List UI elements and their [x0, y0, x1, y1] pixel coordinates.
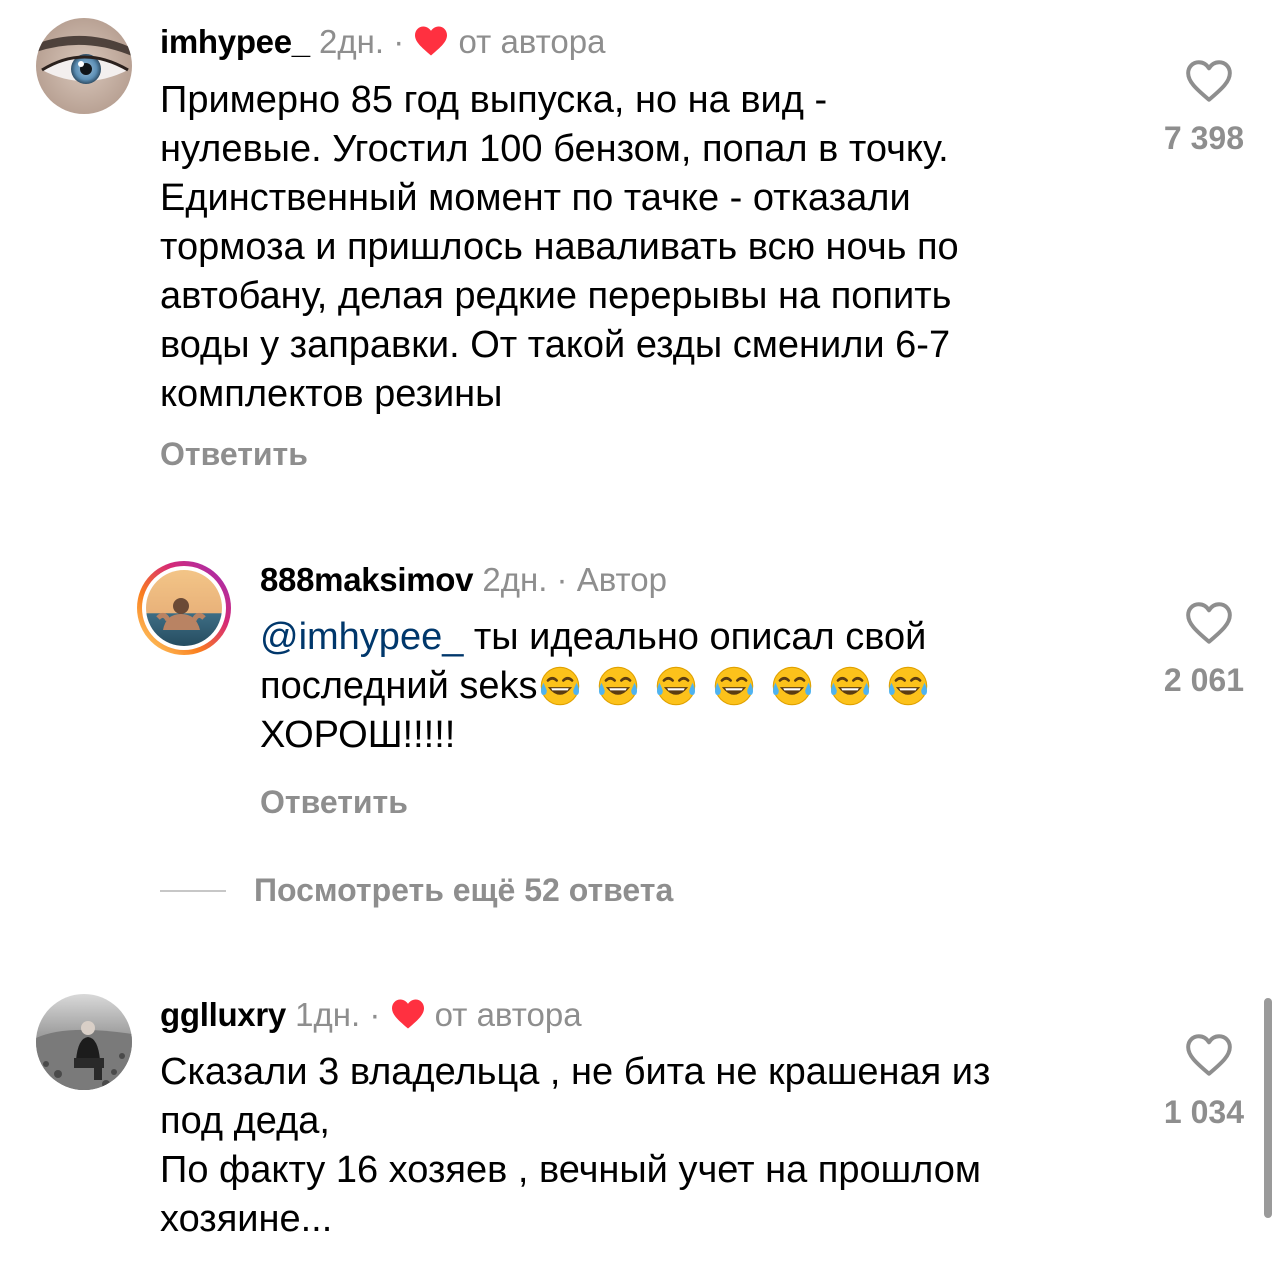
like-count: 2 061 — [1163, 662, 1244, 698]
reply-button[interactable]: Ответить — [260, 782, 408, 822]
avatar-photo-image — [36, 994, 132, 1090]
reply-text-part-1: ты идеально описал свой — [463, 616, 927, 658]
comment-meta: gglluxry 1дн. · от автора — [160, 995, 582, 1039]
meta-separator: · — [393, 23, 405, 60]
reply-meta: 888maksimov 2дн. · Автор — [260, 560, 667, 600]
avatar-888maksimov[interactable] — [136, 560, 232, 656]
view-more-divider — [160, 889, 226, 892]
creator-liked-badge: от автора — [434, 996, 582, 1033]
face-with-tears-of-joy-icon — [598, 666, 637, 706]
heart-outline-icon[interactable] — [1184, 58, 1234, 104]
comment-time: 2дн. — [319, 23, 385, 60]
comment-meta: imhypee_ 2дн. · от автора — [160, 22, 605, 66]
like-column: 7 398 — [1124, 58, 1244, 157]
mention-link[interactable]: @imhypee_ — [260, 616, 463, 658]
heart-filled-icon — [390, 998, 426, 1039]
reply-line-1: @imhypee_ ты идеально описал свой — [260, 613, 944, 662]
username[interactable]: 888maksimov — [260, 561, 473, 598]
reply-button[interactable]: Ответить — [160, 434, 308, 474]
face-with-tears-of-joy-icon — [540, 666, 579, 706]
face-with-tears-of-joy-icon — [656, 666, 695, 706]
like-column: 1 034 — [1124, 1032, 1244, 1131]
heart-filled-icon — [413, 25, 449, 66]
face-with-tears-of-joy-icon — [772, 666, 811, 706]
username[interactable]: imhypee_ — [160, 23, 310, 60]
like-count: 7 398 — [1163, 120, 1244, 156]
scrollbar[interactable] — [1264, 998, 1272, 1218]
emoji-row — [538, 665, 944, 707]
comment-text: Сказали 3 владельца , не бита не крашена… — [160, 1051, 991, 1240]
reply-line-2: последний seks — [260, 662, 944, 711]
face-with-tears-of-joy-icon — [714, 666, 753, 706]
avatar-eye-image — [36, 18, 132, 114]
reply-line-3: ХОРОШ!!!!! — [260, 714, 456, 756]
reply-text: @imhypee_ ты идеально описал свой послед… — [260, 613, 944, 760]
meta-separator: · — [556, 561, 568, 598]
face-with-tears-of-joy-icon — [888, 666, 927, 706]
avatar-imhypee[interactable] — [36, 18, 132, 114]
view-more-replies-button[interactable]: Посмотреть ещё 52 ответа — [160, 872, 673, 912]
meta-separator: · — [369, 996, 381, 1033]
author-badge: Автор — [576, 561, 667, 598]
username[interactable]: gglluxry — [160, 996, 286, 1033]
face-with-tears-of-joy-icon — [830, 666, 869, 706]
avatar-story-ring-image — [137, 561, 231, 655]
like-count: 1 034 — [1163, 1094, 1244, 1130]
view-more-label: Посмотреть ещё 52 ответа — [254, 872, 674, 908]
comment-time: 1дн. — [295, 996, 361, 1033]
heart-outline-icon[interactable] — [1184, 600, 1234, 646]
comment-time: 2дн. — [482, 561, 548, 598]
avatar-gglluxry[interactable] — [36, 994, 132, 1090]
reply-text-part-2: последний seks — [260, 665, 538, 707]
creator-liked-badge: от автора — [458, 23, 606, 60]
heart-outline-icon[interactable] — [1184, 1032, 1234, 1078]
comment-text: Примерно 85 год выпуска, но на вид - нул… — [160, 79, 959, 415]
like-column: 2 061 — [1124, 600, 1244, 699]
